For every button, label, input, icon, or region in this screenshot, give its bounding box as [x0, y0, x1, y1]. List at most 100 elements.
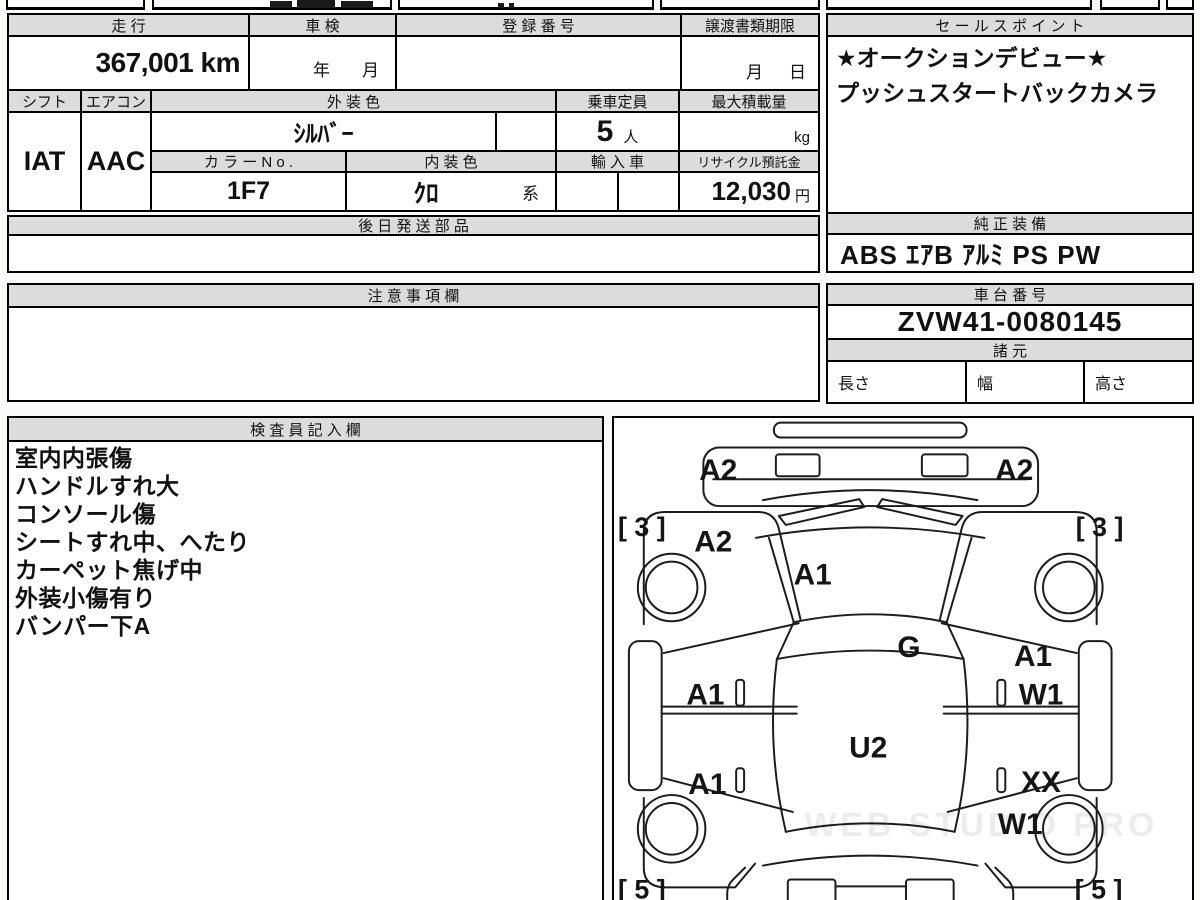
front-plate-outline — [772, 421, 968, 439]
damage-label-bumper-right: A2 — [995, 454, 1033, 487]
cropped-text-fragment — [509, 3, 514, 8]
transfer-deadline-header: 譲渡書類期限 — [680, 13, 820, 37]
wheel-front-right — [1034, 552, 1104, 623]
inspection-month-suffix: 月 — [362, 60, 379, 80]
color-no-value: 1F7 — [150, 171, 347, 212]
exterior-color-sub-cell — [495, 111, 557, 152]
capacity-header: 乗車定員 — [555, 89, 680, 113]
door-handle — [996, 678, 1007, 707]
inspector-note-line: バンパー下A — [15, 613, 151, 639]
interior-color-suffix: 系 — [522, 184, 539, 203]
aircon-header: エアコン — [80, 89, 152, 113]
shift-header: シフト — [7, 89, 82, 113]
tire-depth-right-front: [ 3 ] — [1076, 512, 1124, 542]
sales-points-body: ★オークションデビュー★ プッシュスタートバックカメラ — [826, 35, 1194, 214]
max-load-header: 最大積載量 — [678, 89, 820, 113]
capacity-number: 5 — [596, 114, 614, 148]
cropped-row-cell — [1166, 0, 1194, 10]
spec-height-label: 高さ — [1095, 376, 1128, 393]
max-load-unit: kg — [794, 129, 810, 146]
front-bumper-outline — [702, 446, 1040, 508]
damage-label-door-right-1: A1 — [1014, 640, 1052, 673]
door-handle — [735, 767, 746, 794]
damage-label-bumper-left: A2 — [699, 454, 737, 487]
cropped-row-cell — [1100, 0, 1160, 10]
cropped-text-fragment — [341, 1, 373, 8]
inspector-note-line: 室内内張傷 — [15, 445, 133, 471]
cropped-row-cell — [826, 0, 1092, 10]
later-parts-value — [7, 234, 820, 273]
damage-label-fender-left: A2 — [694, 526, 732, 559]
wheel-rear-left — [636, 794, 707, 864]
chassis-number-value: ZVW41-0080145 — [826, 304, 1194, 340]
aircon-value: AAC — [80, 111, 152, 212]
auction-sheet: 走 行 車 検 登 録 番 号 譲渡書類期限 367,001 km 年 月 月 … — [0, 0, 1200, 900]
rocker-right — [1077, 640, 1113, 792]
shift-value: IAT — [7, 111, 82, 212]
capacity-unit: 人 — [623, 129, 639, 146]
max-load-value: kg — [678, 111, 820, 152]
inspection-year-suffix: 年 — [313, 60, 330, 80]
deadline-day-suffix: 日 — [789, 63, 806, 82]
watermark-text: WEB STUDIO PRO — [805, 806, 1159, 844]
import-car-cell-1 — [555, 171, 619, 212]
cropped-row-cell — [660, 0, 820, 10]
damage-label-roof: U2 — [849, 731, 887, 764]
inspector-note-line: カーペット焦げ中 — [15, 557, 203, 583]
recycle-deposit-amount: 12,030 — [711, 176, 791, 206]
inspector-note-line: コンソール傷 — [15, 501, 156, 527]
interior-color-value: ｸﾛ 系 — [345, 171, 557, 212]
windshield-outline — [775, 621, 965, 660]
color-no-header: カ ラ ー N o . — [150, 150, 347, 173]
door-handle — [996, 767, 1007, 794]
spec-height-cell: 高さ — [1083, 360, 1194, 404]
door-handle — [735, 678, 746, 707]
sales-points-header: セ ー ル ス ポ イ ン ト — [826, 13, 1194, 37]
sales-point-line: ★オークションデビュー★ — [836, 45, 1108, 71]
damage-label-rear-fender-right: W1 — [998, 808, 1043, 841]
cropped-row-cell — [398, 0, 654, 10]
chassis-number-header: 車 台 番 号 — [826, 283, 1194, 306]
specs-header: 諸 元 — [826, 338, 1194, 362]
exterior-color-header: 外 装 色 — [150, 89, 557, 113]
inspector-notes-body: 室内内張傷 ハンドルすれ大 コンソール傷 シートすれ中、へたり カーペット焦げ中… — [15, 444, 596, 640]
later-parts-header: 後 日 発 送 部 品 — [7, 215, 820, 236]
cropped-text-fragment — [270, 1, 292, 8]
inspector-notes-box: 検 査 員 記 入 欄 室内内張傷 ハンドルすれ大 コンソール傷 シートすれ中、… — [7, 416, 604, 900]
damage-label-door-left-rear: A1 — [688, 768, 726, 801]
notes-header: 注 意 事 項 欄 — [7, 283, 820, 308]
inspector-note-line: ハンドルすれ大 — [15, 473, 180, 499]
genuine-equipment-value: ABS ｴｱB ｱﾙﾐ PS PW — [826, 233, 1194, 273]
recycle-deposit-unit: 円 — [794, 188, 810, 205]
cropped-row-cell — [6, 0, 145, 10]
registration-value — [395, 35, 682, 91]
mileage-value: 367,001 km — [7, 35, 250, 91]
tire-depth-right-rear: [ 5 ] — [1075, 874, 1123, 900]
rocker-left — [627, 640, 663, 792]
damage-label-door-left-front: A1 — [686, 679, 724, 712]
interior-color-name: ｸﾛ — [413, 179, 439, 208]
tire-depth-left-front: [ 3 ] — [618, 512, 666, 542]
spec-width-label: 幅 — [977, 376, 994, 393]
genuine-equipment-header: 純 正 装 備 — [826, 212, 1194, 235]
car-top-view-diagram: WEB STUDIO PRO A2 A2 [ 3 ] [ 3 ] A2 A1 G… — [618, 421, 1159, 900]
mileage-header: 走 行 — [7, 13, 250, 37]
inspection-value: 年 月 — [248, 35, 397, 91]
wiper-right — [876, 498, 964, 526]
cropped-text-fragment — [498, 3, 504, 8]
recycle-deposit-value: 12,030 円 — [678, 171, 820, 212]
damage-diagram-box: WEB STUDIO PRO A2 A2 [ 3 ] [ 3 ] A2 A1 G… — [612, 416, 1194, 900]
spec-length-cell: 長さ — [826, 360, 967, 404]
damage-label-door-right-2: W1 — [1019, 679, 1064, 712]
damage-label-windshield: G — [897, 631, 920, 664]
deadline-month-suffix: 月 — [746, 63, 763, 82]
damage-label-hood: A1 — [794, 559, 832, 592]
wheel-front-left — [636, 552, 707, 623]
tire-depth-left-rear: [ 5 ] — [618, 874, 666, 900]
recycle-deposit-header: リサイクル預託金 — [678, 150, 820, 173]
interior-color-header: 内 装 色 — [345, 150, 557, 173]
wiper-left — [777, 498, 866, 526]
import-car-header: 輸 入 車 — [555, 150, 680, 173]
inspector-note-line: シートすれ中、へたり — [15, 529, 250, 555]
transfer-deadline-value: 月 日 — [680, 35, 820, 91]
